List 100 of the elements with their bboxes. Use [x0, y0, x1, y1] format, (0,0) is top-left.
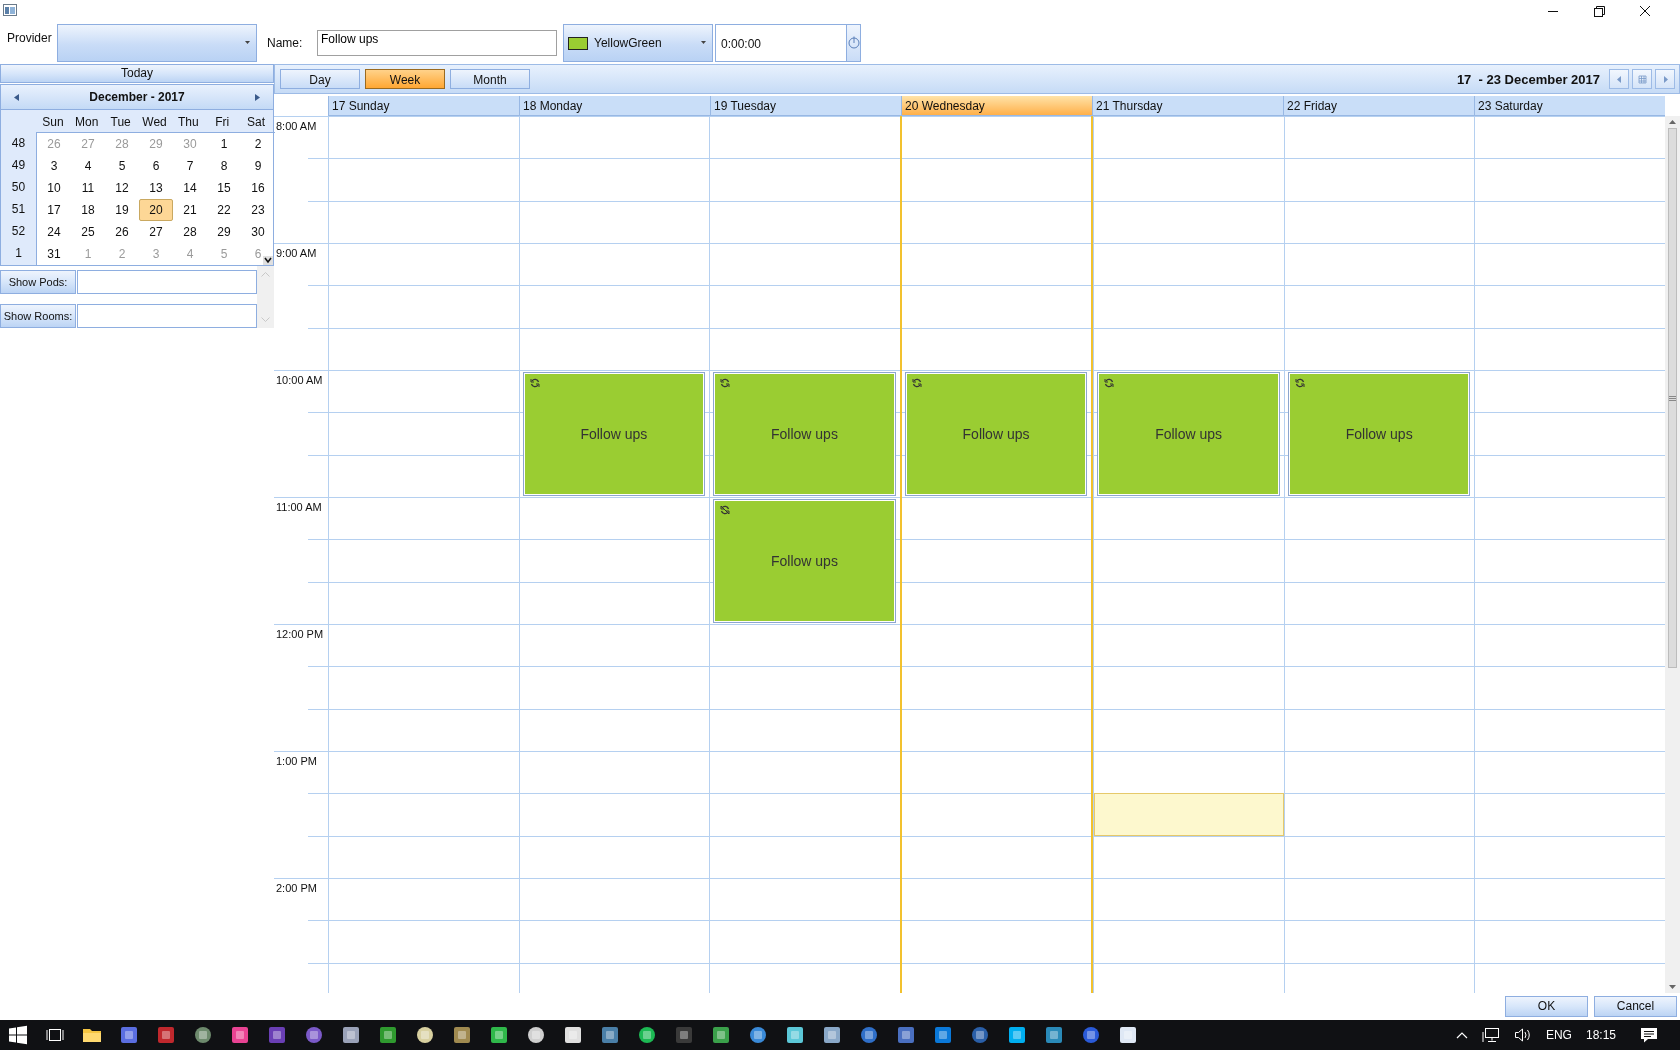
calendar-day[interactable]: 3 [37, 155, 71, 177]
weekday-label: Sun [41, 114, 65, 131]
app-icon[interactable] [822, 1025, 842, 1045]
calendar-day[interactable]: 19 [105, 199, 139, 221]
app-icon[interactable] [859, 1025, 879, 1045]
calendar-day[interactable]: 8 [207, 155, 241, 177]
calendar-day[interactable]: 12 [105, 177, 139, 199]
app-icon[interactable] [378, 1025, 398, 1045]
calendar-day[interactable]: 15 [207, 177, 241, 199]
calendar-day[interactable]: 28 [173, 221, 207, 243]
calendar-day[interactable]: 9 [241, 155, 275, 177]
app-icon[interactable] [748, 1025, 768, 1045]
app-icon[interactable] [563, 1025, 583, 1045]
app-icon[interactable] [489, 1025, 509, 1045]
scrollbar[interactable] [257, 266, 274, 328]
app-icon[interactable] [230, 1025, 250, 1045]
app-icon[interactable] [526, 1025, 546, 1045]
day-column[interactable]: Follow ups Follow ups [709, 116, 900, 993]
scrollbar[interactable] [1665, 116, 1680, 993]
chevron-down-icon[interactable] [263, 256, 273, 265]
dialog-button[interactable]: Cancel [1594, 996, 1677, 1017]
filter-button[interactable]: Show Pods: [0, 270, 76, 294]
calendar-day[interactable]: 27 [139, 221, 173, 243]
calendar-day[interactable]: 1 [207, 133, 241, 155]
appointment-card[interactable]: Follow ups [1097, 372, 1280, 496]
appointment-card[interactable]: Follow ups [522, 372, 706, 496]
start-icon[interactable] [8, 1025, 28, 1045]
calendar-day[interactable]: 20 [139, 199, 173, 221]
app-icon[interactable] [452, 1025, 472, 1045]
calendar-day[interactable]: 2 [241, 133, 275, 155]
time-field[interactable]: 0:00:00 [715, 24, 847, 62]
calendar-day[interactable]: 4 [71, 155, 105, 177]
next-button[interactable] [1655, 69, 1675, 89]
category-dropdown[interactable]: YellowGreen [563, 24, 713, 62]
app-icon[interactable] [1007, 1025, 1027, 1045]
app-icon[interactable] [1081, 1025, 1101, 1045]
chevron-up-icon[interactable] [1455, 1031, 1468, 1039]
scrollbar-thumb[interactable] [1668, 128, 1678, 668]
app-icon[interactable] [970, 1025, 990, 1045]
app-icon[interactable] [896, 1025, 916, 1045]
app-icon[interactable] [119, 1025, 139, 1045]
app-icon[interactable] [415, 1025, 435, 1045]
calendar-day[interactable]: 13 [139, 177, 173, 199]
notification-icon[interactable] [1640, 1027, 1658, 1043]
filter-field[interactable] [77, 270, 257, 294]
day-column[interactable]: Follow ups [1283, 116, 1475, 993]
filter-field[interactable] [77, 304, 257, 328]
calendar-day[interactable]: 17 [37, 199, 71, 221]
speaker-icon[interactable] [1513, 1027, 1532, 1043]
previous-icon[interactable] [14, 93, 19, 101]
app-icon[interactable] [1118, 1025, 1138, 1045]
app-icon[interactable] [341, 1025, 361, 1045]
calendar-day[interactable]: 31 [37, 243, 71, 265]
calendar-day[interactable]: 14 [173, 177, 207, 199]
view-tab[interactable]: Day [280, 69, 360, 89]
app-icon[interactable] [785, 1025, 805, 1045]
calendar-day[interactable]: 16 [241, 177, 275, 199]
clock-button[interactable] [847, 24, 861, 62]
dialog-button[interactable]: OK [1505, 996, 1588, 1017]
app-icon[interactable] [1044, 1025, 1064, 1045]
calendar-day[interactable]: 5 [105, 155, 139, 177]
clock[interactable]: 18:15 [1585, 1028, 1616, 1042]
previous-button[interactable] [1609, 69, 1629, 89]
calendar-day[interactable]: 29 [207, 221, 241, 243]
language-indicator[interactable]: ENG [1545, 1028, 1572, 1042]
calendar-day[interactable]: 23 [241, 199, 275, 221]
view-tab[interactable]: Week [365, 69, 445, 89]
app-icon[interactable] [304, 1025, 324, 1045]
calendar-day[interactable]: 18 [71, 199, 105, 221]
appointment-subject: Follow ups [962, 426, 1030, 442]
appointment-card[interactable]: Follow ups [1287, 372, 1471, 496]
calendar-day[interactable]: 21 [173, 199, 207, 221]
appointment-card[interactable]: Follow ups [713, 372, 896, 496]
app-icon[interactable] [600, 1025, 620, 1045]
app-icon[interactable] [637, 1025, 657, 1045]
calendar-day[interactable]: 22 [207, 199, 241, 221]
app-icon[interactable] [156, 1025, 176, 1045]
calendar-day[interactable]: 26 [105, 221, 139, 243]
app-icon[interactable] [711, 1025, 731, 1045]
calendar-day[interactable]: 7 [173, 155, 207, 177]
day-column[interactable]: Follow ups [1093, 116, 1284, 993]
network-icon[interactable] [1481, 1027, 1500, 1043]
calendar-day[interactable]: 11 [71, 177, 105, 199]
app-icon[interactable] [193, 1025, 213, 1045]
app-icon[interactable] [933, 1025, 953, 1045]
appointment-card[interactable]: Follow ups [713, 499, 896, 623]
day-column[interactable]: Follow ups [899, 116, 1094, 993]
calendar-day[interactable]: 6 [139, 155, 173, 177]
calendar-day[interactable]: 30 [241, 221, 275, 243]
filter-button[interactable]: Show Rooms: [0, 304, 76, 328]
appointment-card[interactable]: Follow ups [904, 372, 1088, 496]
next-icon[interactable] [255, 93, 260, 101]
app-icon[interactable] [267, 1025, 287, 1045]
today-button[interactable]: Today [0, 64, 274, 83]
day-column[interactable]: Follow ups [518, 116, 710, 993]
name-field[interactable]: Follow ups [317, 30, 557, 56]
calendar-day[interactable]: 25 [71, 221, 105, 243]
calendar-day[interactable]: 24 [37, 221, 71, 243]
view-tab[interactable]: Month [450, 69, 530, 89]
calendar-day[interactable]: 10 [37, 177, 71, 199]
